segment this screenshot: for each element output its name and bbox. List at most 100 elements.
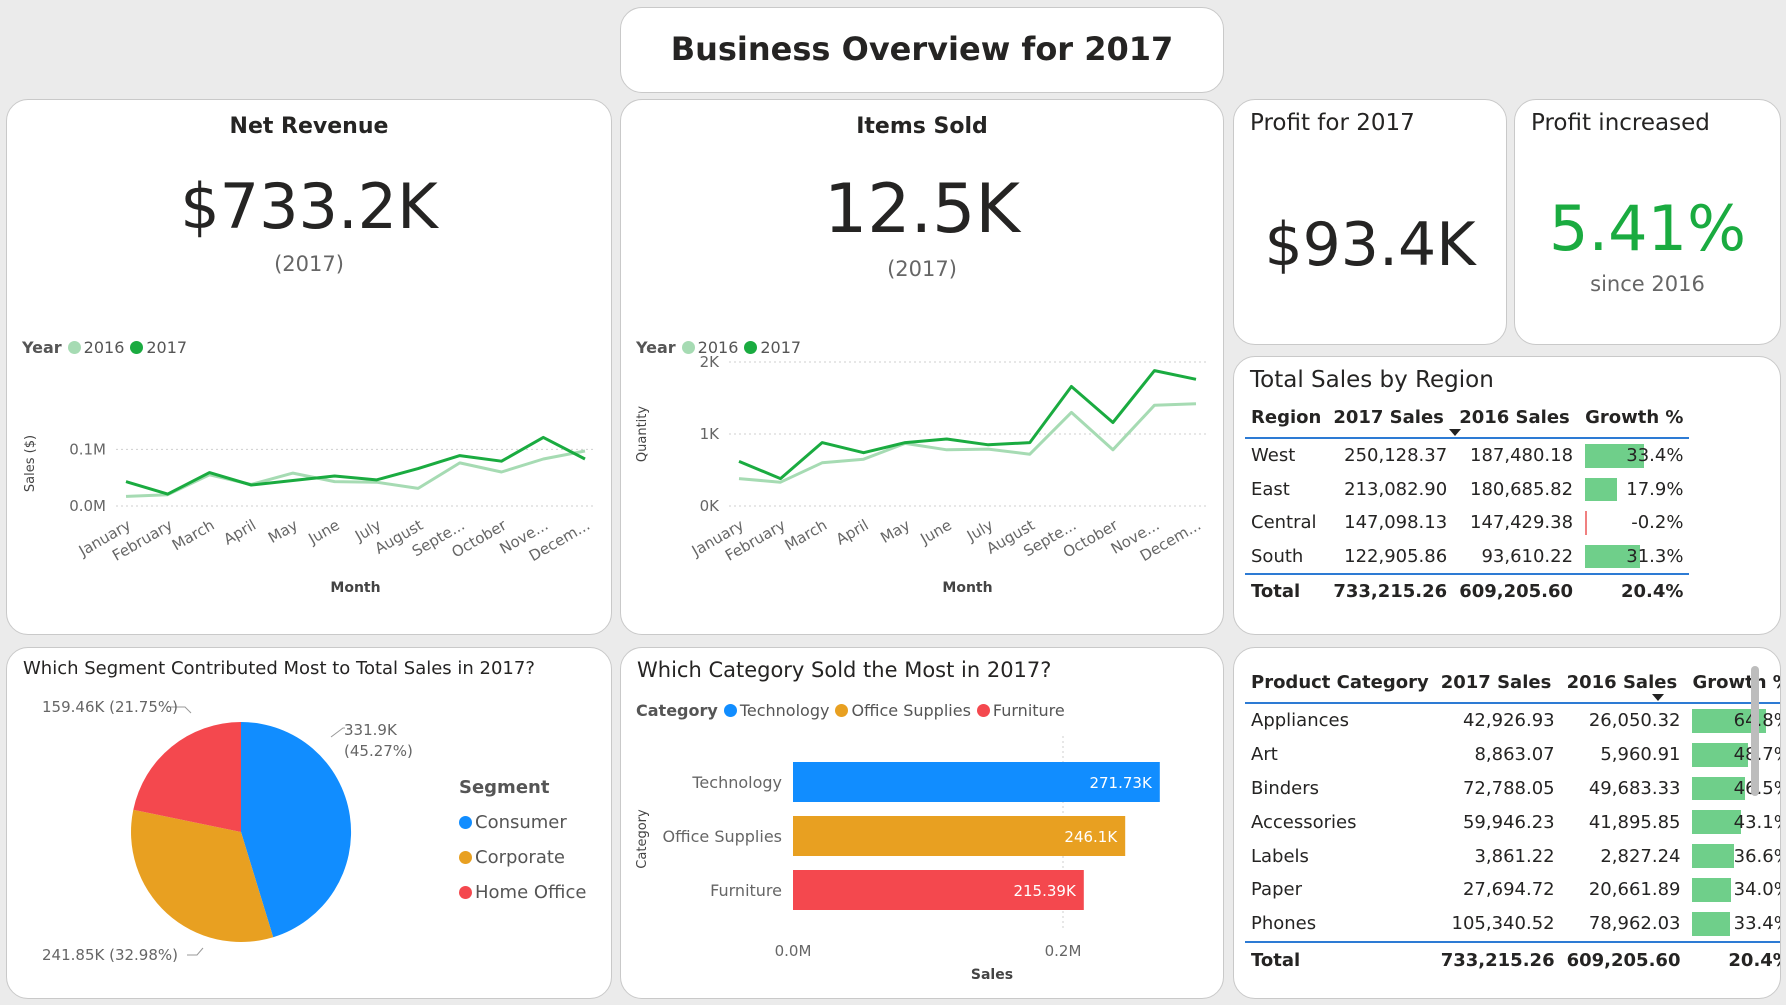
table-cell: Central [1251,512,1317,534]
profit-value: $93.4K [1264,210,1476,280]
table-cell: 49,683.33 [1588,777,1681,799]
growth-cell: 33.4% [1686,907,1780,942]
table-row[interactable]: Binders 72,788.05 49,683.3346.5% [1245,772,1780,806]
table-row[interactable]: West 250,128.37 187,480.18 33.4% [1245,438,1689,473]
table-cell: 105,340.52 [1451,913,1555,935]
table-cell: 72,788.05 [1462,777,1555,799]
segment-legend: Segment Consumer Corporate Home Office [459,770,586,910]
growth-cell: 64.8% [1686,703,1780,738]
legend-item-consumer[interactable]: Consumer [459,805,586,840]
segment-pie-card[interactable]: Which Segment Contributed Most to Total … [6,647,612,999]
table-cell: 213,082.90 [1344,478,1448,500]
quantity-line-chart[interactable]: 0K1K2KJanuaryFebruaryMarch April May June Ju… [621,100,1224,635]
table-cell: 180,685.82 [1470,478,1574,500]
growth-bar [1585,477,1617,501]
table-cell: 26,050.32 [1588,710,1681,732]
table-row[interactable]: Accessories 59,946.23 41,895.85 43.1% [1245,805,1780,839]
title-banner: Business Overview for 2017 [620,7,1224,93]
growth-value: 33.4% [1626,445,1684,467]
total-row: Total733,215.26609,205.6020.4% [1245,573,1690,609]
table-row[interactable]: Paper 27,694.72 20,661.89 34.0% [1245,873,1780,907]
table-cell: 20,661.89 [1588,879,1681,901]
growth-value: 31.3% [1626,545,1684,567]
total-cell: 20.4% [1579,573,1690,609]
table-cell: Labels [1251,845,1309,867]
growth-cell: 36.6% [1686,839,1780,873]
table-cell: Appliances [1251,710,1349,732]
table-cell: 42,926.93 [1462,710,1555,732]
consumer-dot [459,816,472,829]
table-row[interactable]: Art 8,863.07 5,960.9148.7% [1245,738,1780,772]
category-tick-label: Technology [691,773,782,792]
items-sold-card[interactable]: Items Sold 12.5K (2017) Year 2016 2017 0K 1… [620,99,1224,635]
total-cell: 609,205.60 [1560,940,1687,979]
table-cell: Phones [1251,913,1317,935]
profit-increase-title: Profit increased [1531,110,1710,136]
col-product-category[interactable]: Product Category [1245,662,1435,704]
bar-value-label: 246.1K [1064,828,1118,846]
table-row[interactable]: Central 147,098.13 147,429.38 -0.2% [1245,506,1689,540]
table-row[interactable]: Labels 3,861.22 2,827.24 36.6% [1245,839,1780,873]
profit-increase-value: 5.41% [1549,192,1746,265]
table-row[interactable]: Appliances 42,926.93 26,050.3264.8% [1245,703,1780,738]
x-tick-label: April [833,516,872,549]
profit-card: Profit for 2017 $93.4K [1233,99,1507,345]
series-2016-line[interactable] [125,449,586,498]
col-growth[interactable]: Growth % [1579,397,1690,439]
category-table-card[interactable]: Product Category 2017 Sales 2016 Sales G… [1233,647,1781,999]
x-axis-title: Sales [971,967,1013,983]
x-tick-label: March [169,516,218,554]
growth-bar [1692,911,1731,936]
table-scrollbar[interactable] [1751,666,1759,796]
slice-label-consumer: 331.9K [344,721,398,739]
slice-label-consumer-pct: (45.27%) [344,742,413,760]
profit-increase-sub: since 2016 [1590,272,1705,296]
x-tick-label: May [877,516,913,547]
net-revenue-card[interactable]: Net Revenue $733.2K (2017) Year 2016 2017 … [6,99,612,635]
col-2017-sales[interactable]: 2017 Sales [1327,397,1454,439]
revenue-line-chart[interactable]: 0.0M0.1MJanuaryFebruaryMarch April May June… [7,100,612,635]
category-bar-card[interactable]: Which Category Sold the Most in 2017? Ca… [620,647,1224,999]
growth-value: 17.9% [1626,478,1684,500]
legend-item-corporate[interactable]: Corporate [459,840,586,875]
growth-bar [1692,877,1732,902]
table-cell: 187,480.18 [1470,445,1574,467]
profit-increase-card: Profit increased 5.41% since 2016 [1514,99,1781,345]
growth-cell: 46.5% [1686,772,1780,806]
total-cell: 20.4% [1686,940,1780,979]
table-cell: 41,895.85 [1588,811,1681,833]
table-cell: 78,962.03 [1588,913,1681,935]
leader-line [187,947,204,956]
table-cell: 8,863.07 [1474,744,1555,766]
col-2016-sales[interactable]: 2016 Sales [1453,397,1580,439]
sort-desc-icon[interactable] [1449,429,1461,436]
table-row[interactable]: East 213,082.90 180,685.82 17.9% [1245,473,1689,507]
sort-desc-icon[interactable] [1652,694,1664,701]
col-region[interactable]: Region [1245,397,1328,439]
legend-item-home-office[interactable]: Home Office [459,875,586,910]
table-row[interactable]: South 122,905.86 93,610.22 31.3% [1245,540,1689,575]
table-row[interactable]: Phones 105,340.52 78,962.03 33.4% [1245,907,1780,942]
growth-cell: 33.4% [1579,438,1689,473]
total-cell: Total [1245,573,1328,609]
growth-value: -0.2% [1631,512,1684,534]
table-cell: 2,827.24 [1600,845,1681,867]
page-title: Business Overview for 2017 [670,30,1174,68]
category-bar-chart[interactable]: 271.73K Technology 246.1K Office Supplies 21… [621,648,1224,999]
y-axis-title: Sales ($) [23,435,38,492]
series-2017-line[interactable] [125,435,586,496]
slice-label-corporate: 241.85K (32.98%) [42,946,178,964]
col-2017-sales[interactable]: 2017 Sales [1434,662,1561,704]
leader-line [330,727,345,738]
x-tick-label: May [265,516,301,547]
table-cell: West [1251,445,1296,467]
growth-value: 36.6% [1733,845,1780,867]
table-cell: Accessories [1251,811,1357,833]
col-growth[interactable]: Growth % [1686,662,1780,704]
table-cell: South [1251,545,1304,567]
x-tick-label: April [220,516,259,549]
col-2016-sales[interactable]: 2016 Sales [1560,662,1687,704]
legend-label-consumer: Consumer [475,812,567,833]
series-2017-line[interactable] [738,369,1197,481]
legend-label-corporate: Corporate [475,847,565,868]
